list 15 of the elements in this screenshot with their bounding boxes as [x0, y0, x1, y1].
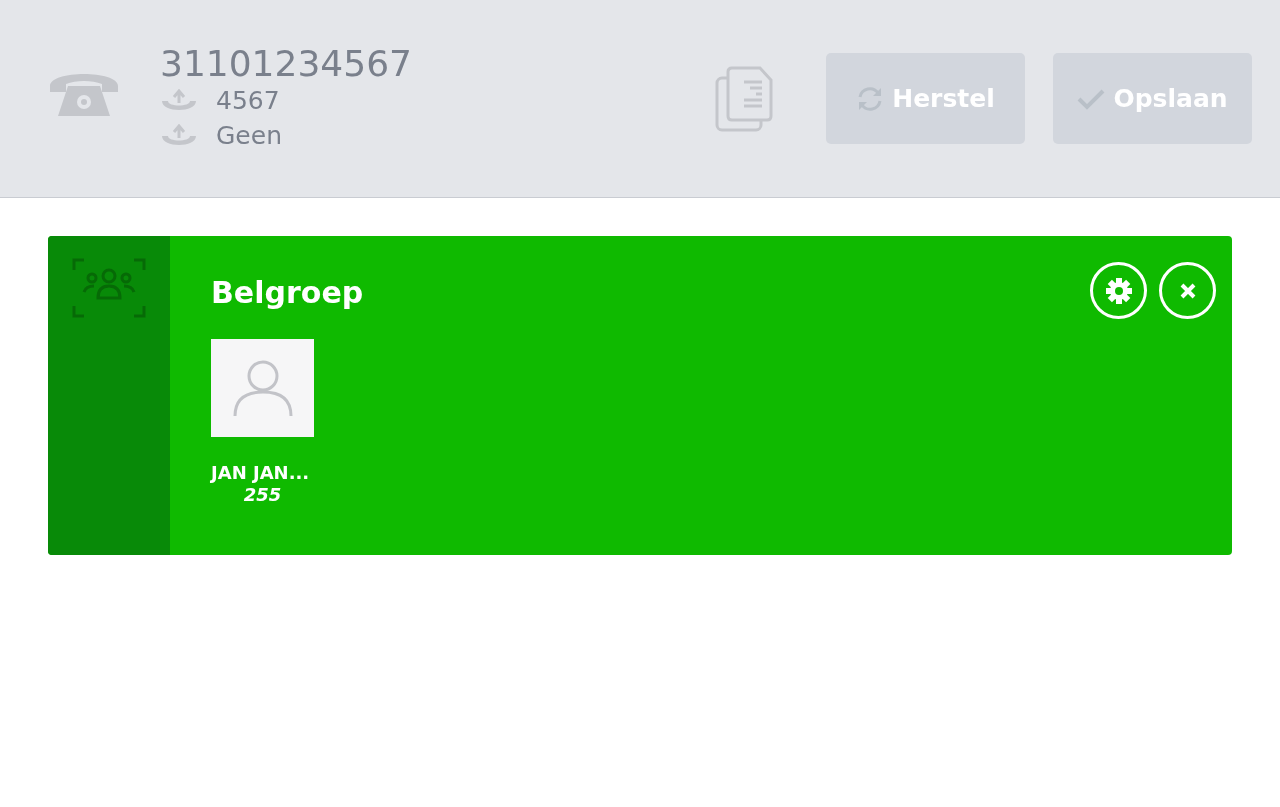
forward-number: Geen	[216, 120, 282, 153]
close-button[interactable]	[1159, 262, 1216, 319]
settings-icon	[1103, 275, 1134, 306]
member-name: JAN JAN...	[211, 461, 310, 485]
close-icon	[1178, 281, 1197, 300]
group-icon	[72, 258, 146, 318]
member-extension: 255	[243, 486, 282, 504]
call-forward-icon	[160, 123, 198, 148]
person-icon	[232, 359, 293, 417]
call-forward-icon	[160, 88, 198, 113]
settings-button[interactable]	[1090, 262, 1147, 319]
group-title: Belgroep	[211, 274, 364, 312]
documents-icon	[714, 65, 774, 132]
phone-number: 31101234567	[160, 43, 412, 84]
forward-number: 4567	[216, 85, 280, 118]
